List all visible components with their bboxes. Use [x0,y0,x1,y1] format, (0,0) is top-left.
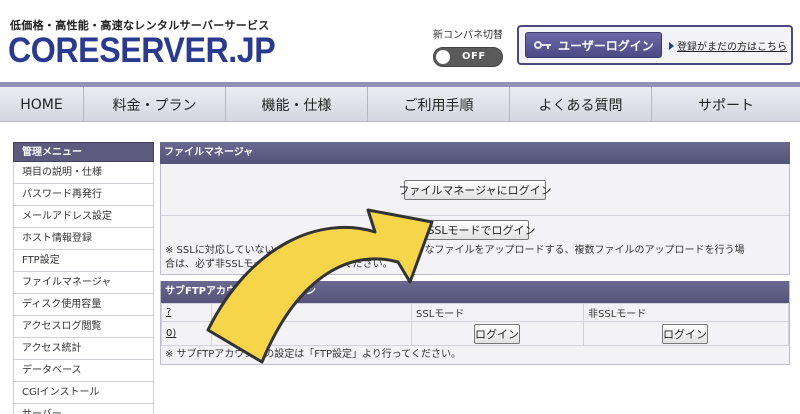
sub-ftp-header-row: ? ユーザー名 SSLモード 非SSLモード [161,303,789,322]
col-user: ユーザー名 [211,303,412,322]
sidebar-item-cgi-install[interactable]: CGIインストール [13,382,154,404]
table-row: 0) ログイン ログイン [161,321,789,346]
login-box: ユーザーログイン 登録がまだの方はこちら [517,25,793,65]
sidebar-item-password-reset[interactable]: パスワード再発行 [13,184,154,206]
sub-ftp-title: サブFTPアカウントでのログイン [161,281,789,303]
register-link[interactable]: 登録がまだの方はこちら [669,38,787,53]
main-nav: HOME 料金・プラン 機能・仕様 ご利用手順 よくある質問 サポート [0,82,800,122]
nonssl-cell: ログイン [583,321,789,346]
user-login-button[interactable]: ユーザーログイン [525,32,662,58]
file-manager-login-row: ファイルマネージャにログイン [161,164,789,216]
file-manager-note-2: 合は、必ず非SSLモードでログインしてください。 [165,259,393,270]
sub-ftp-table: ? ユーザー名 SSLモード 非SSLモード 0) ログイン ログイン [161,303,789,346]
row-index[interactable]: 0) [166,328,176,339]
toggle-state: OFF [462,51,486,62]
col-ssl: SSLモード [411,303,584,322]
panel-switch: 新コンパネ切替 OFF [433,26,513,67]
nav-home[interactable]: HOME [0,87,84,122]
file-manager-note-1: ※ SSLに対応していない、または、実行時間が長い、大きなファイルをアップロード… [165,245,745,256]
sidebar-item-access-stats[interactable]: アクセス統計 [13,338,154,360]
sidebar-item-ftp[interactable]: FTP設定 [13,250,154,272]
sidebar-item-database[interactable]: データベース [13,360,154,382]
file-manager-panel: ファイルマネージャにログイン 非SSLモードでログイン ※ SSLに対応していな… [160,164,790,275]
sub-ftp-note: ※ サブFTPアカウントの設定は「FTP設定」より行ってください。 [161,346,789,364]
user-cell [211,321,412,346]
nav-faq[interactable]: よくある質問 [510,87,652,122]
sidebar-item-access-log[interactable]: アクセスログ閲覧 [13,316,154,338]
site-logo[interactable]: CORESERVER.JP [8,31,276,71]
help-link[interactable]: ? [166,307,171,318]
sidebar-item-mail-address[interactable]: メールアドレス設定 [13,206,154,228]
key-icon [534,38,552,52]
sidebar-item-disk-usage[interactable]: ディスク使用容量 [13,294,154,316]
row-index-cell: 0) [161,321,212,346]
file-manager-login-button[interactable]: ファイルマネージャにログイン [398,180,552,200]
sidebar-item-server[interactable]: サーバー [13,404,154,414]
nav-features[interactable]: 機能・仕様 [226,87,368,122]
col-nonssl: 非SSLモード [583,303,789,322]
register-link-label: 登録がまだの方はこちら [677,42,787,53]
ssl-cell: ログイン [411,321,584,346]
ssl-login-button[interactable]: ログイン [474,324,520,344]
sidebar-item-file-manager[interactable]: ファイルマネージャ [13,272,154,294]
nav-procedure[interactable]: ご利用手順 [368,87,510,122]
panel-switch-label: 新コンパネ切替 [433,30,503,41]
file-manager-nonssl-row: 非SSLモードでログイン ※ SSLに対応していない、または、実行時間が長い、大… [161,216,789,274]
sub-ftp-panel: サブFTPアカウントでのログイン ? ユーザー名 SSLモード 非SSLモード … [160,281,790,365]
site-header: 低価格・高性能・高速なレンタルサーバーサービス CORESERVER.JP 新コ… [0,0,800,82]
nav-pricing[interactable]: 料金・プラン [84,87,226,122]
sidebar-item-help[interactable]: 項目の説明・仕様 [13,162,154,184]
nonssl-login-button[interactable]: ログイン [662,324,708,344]
panel-switch-toggle[interactable]: OFF [433,47,503,67]
main-content: ファイルマネージャ ファイルマネージャにログイン 非SSLモードでログイン ※ … [160,142,790,365]
non-ssl-login-button[interactable]: 非SSLモードでログイン [416,220,536,240]
user-login-label: ユーザーログイン [558,38,654,53]
file-manager-title: ファイルマネージャ [160,142,790,164]
toggle-knob [436,50,450,64]
help-cell: ? [161,303,212,322]
nav-support[interactable]: サポート [652,87,800,122]
triangle-right-icon [669,42,674,50]
sidebar-item-host-info[interactable]: ホスト情報登録 [13,228,154,250]
sidebar-title: 管理メニュー (ID:harukiti) [13,142,154,178]
admin-sidebar: 管理メニュー (ID:harukiti) 項目の説明・仕様 パスワード再発行 メ… [13,142,154,414]
